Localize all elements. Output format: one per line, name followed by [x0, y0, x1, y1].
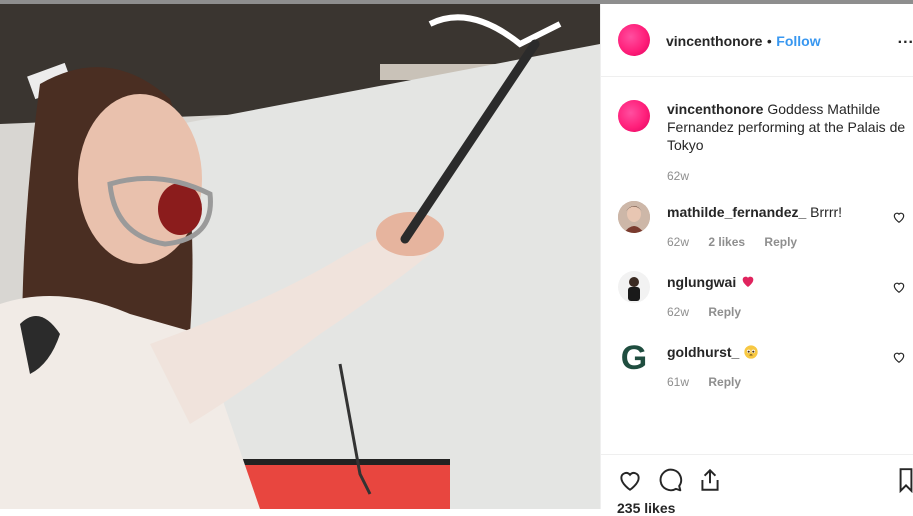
comment-avatar-mathilde[interactable]: [618, 201, 650, 233]
comment-3-like-icon[interactable]: [892, 350, 906, 364]
heart-icon[interactable]: [617, 467, 643, 493]
comment-1-username[interactable]: mathilde_fernandez_: [667, 204, 806, 220]
goldhurst-logo-letter: G: [620, 340, 648, 376]
comment-1: mathilde_fernandez_ Brrrr!: [667, 203, 842, 221]
comment-3-meta: 61w Reply: [667, 375, 741, 389]
comment-1-text: Brrrr!: [810, 204, 843, 220]
avatar-person-icon: [628, 277, 640, 301]
share-icon[interactable]: [697, 467, 723, 493]
post-header: vincenthonore • Follow ...: [601, 4, 913, 77]
comment-2-meta: 62w Reply: [667, 305, 741, 319]
separator-dot: •: [766, 33, 772, 49]
avatar-portrait-icon: [618, 201, 650, 233]
caption-username[interactable]: vincenthonore: [667, 101, 763, 117]
comment-2-username[interactable]: nglungwai: [667, 274, 736, 290]
comment-3: goldhurst_: [667, 343, 759, 361]
author-username[interactable]: vincenthonore: [666, 33, 762, 49]
comment-3-reply-button[interactable]: Reply: [708, 375, 741, 389]
follow-button[interactable]: Follow: [776, 33, 820, 49]
caption-age[interactable]: 62w: [667, 169, 689, 183]
likes-count[interactable]: 235 likes: [617, 500, 675, 516]
comment-1-likes[interactable]: 2 likes: [708, 235, 745, 249]
comment-2-like-icon[interactable]: [892, 280, 906, 294]
post-side-panel: vincenthonore • Follow ... vincenthonore…: [600, 4, 913, 516]
pleading-face-emoji-icon: [744, 345, 758, 359]
comment-2-age[interactable]: 62w: [667, 305, 689, 319]
red-heart-emoji-icon: [742, 276, 754, 287]
bookmark-icon[interactable]: [898, 467, 913, 493]
caption: vincenthonore Goddess Mathilde Fernandez…: [667, 100, 907, 154]
comment-avatar-goldhurst[interactable]: G: [616, 340, 652, 376]
comment-2: nglungwai: [667, 273, 756, 291]
more-options-icon[interactable]: ...: [898, 30, 913, 48]
comment-avatar-nglungwai[interactable]: [618, 271, 650, 303]
comment-3-age[interactable]: 61w: [667, 375, 689, 389]
comment-1-like-icon[interactable]: [892, 210, 906, 224]
performer-photo-illustration: [0, 4, 600, 509]
comment-icon[interactable]: [657, 467, 683, 493]
comment-2-reply-button[interactable]: Reply: [708, 305, 741, 319]
caption-avatar[interactable]: [618, 100, 650, 132]
comment-1-meta: 62w 2 likes Reply: [667, 235, 797, 249]
comment-1-age[interactable]: 62w: [667, 235, 689, 249]
comment-1-reply-button[interactable]: Reply: [764, 235, 797, 249]
comment-3-username[interactable]: goldhurst_: [667, 344, 739, 360]
post-photo[interactable]: [0, 4, 600, 509]
author-avatar[interactable]: [618, 24, 650, 56]
